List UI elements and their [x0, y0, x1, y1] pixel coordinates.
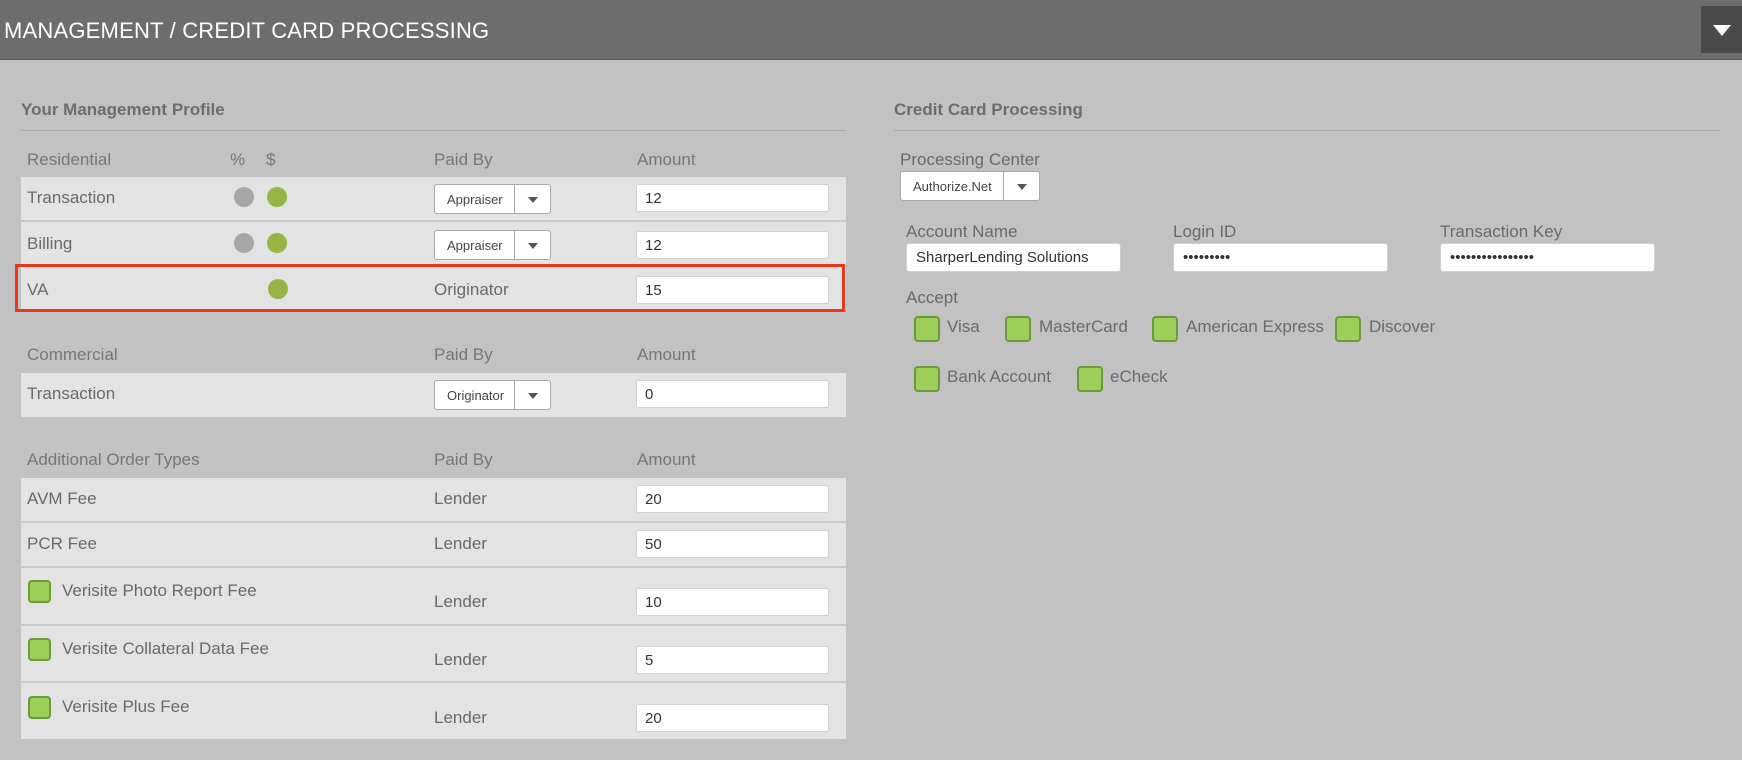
accept-amex-checkbox[interactable] [1152, 316, 1178, 342]
paid-by-select[interactable]: Originator [434, 380, 551, 410]
row-label: AVM Fee [27, 489, 97, 508]
management-section-title: Your Management Profile [21, 100, 225, 119]
login-id-input[interactable]: ••••••••• [1173, 243, 1388, 272]
amount-input[interactable]: 5 [636, 646, 829, 674]
highlight-box [15, 264, 845, 312]
menu-toggle-button[interactable] [1701, 6, 1742, 53]
chevron-down-icon [514, 381, 550, 409]
accept-mastercard-label: MasterCard [1039, 317, 1128, 336]
accept-bank-account-label: Bank Account [947, 367, 1051, 386]
percent-radio[interactable] [234, 187, 254, 207]
row-label: Verisite Plus Fee [62, 697, 190, 716]
amount-input[interactable]: 50 [636, 530, 829, 558]
chevron-down-icon [514, 231, 550, 259]
accept-discover-checkbox[interactable] [1335, 316, 1361, 342]
amount-input[interactable]: 0 [636, 380, 829, 408]
row-label: Billing [27, 234, 73, 253]
row-label: Verisite Collateral Data Fee [62, 639, 269, 658]
row-label: Verisite Photo Report Fee [62, 581, 257, 600]
percent-header: % [230, 150, 246, 169]
commercial-header: Commercial [27, 345, 118, 364]
amount-input[interactable]: 10 [636, 588, 829, 616]
amount-header: Amount [637, 450, 696, 469]
enable-checkbox[interactable] [28, 638, 51, 661]
paid-by-header: Paid By [434, 150, 493, 169]
chevron-down-icon [514, 185, 550, 213]
enable-checkbox[interactable] [28, 696, 51, 719]
residential-header: Residential [27, 150, 112, 169]
management-divider [21, 130, 846, 131]
transaction-key-label: Transaction Key [1440, 222, 1563, 241]
dollar-header: $ [266, 150, 276, 169]
percent-radio[interactable] [234, 233, 254, 253]
dollar-radio[interactable] [267, 187, 287, 207]
paid-by-select[interactable]: Appraiser [434, 230, 551, 260]
accept-amex-label: American Express [1186, 317, 1324, 336]
paid-by-select[interactable]: Appraiser [434, 184, 551, 214]
amount-input[interactable]: 20 [636, 704, 829, 732]
top-bar: MANAGEMENT / CREDIT CARD PROCESSING [0, 0, 1742, 60]
paid-by-header: Paid By [434, 345, 493, 364]
accept-visa-checkbox[interactable] [914, 316, 940, 342]
row-label: PCR Fee [27, 534, 97, 553]
credit-divider [894, 130, 1720, 131]
account-name-label: Account Name [906, 222, 1018, 241]
accept-mastercard-checkbox[interactable] [1005, 316, 1031, 342]
amount-input[interactable]: 20 [636, 485, 829, 513]
page-title: MANAGEMENT / CREDIT CARD PROCESSING [4, 18, 490, 43]
amount-header: Amount [637, 150, 696, 169]
accept-label: Accept [906, 288, 958, 307]
chevron-down-icon [1003, 172, 1039, 200]
dollar-radio[interactable] [267, 233, 287, 253]
paid-by-header: Paid By [434, 450, 493, 469]
enable-checkbox[interactable] [28, 580, 51, 603]
accept-visa-label: Visa [947, 317, 980, 336]
paid-by-value: Lender [434, 489, 487, 508]
paid-by-value: Lender [434, 592, 487, 611]
accept-echeck-label: eCheck [1110, 367, 1168, 386]
amount-header: Amount [637, 345, 696, 364]
amount-input[interactable]: 12 [636, 231, 829, 259]
accept-echeck-checkbox[interactable] [1077, 366, 1103, 392]
additional-header: Additional Order Types [27, 450, 200, 469]
processing-center-label: Processing Center [900, 150, 1040, 169]
row-label: Transaction [27, 188, 116, 207]
accept-bank-account-checkbox[interactable] [914, 366, 940, 392]
account-name-input[interactable]: SharperLending Solutions [906, 243, 1121, 272]
accept-discover-label: Discover [1369, 317, 1436, 336]
transaction-key-input[interactable]: •••••••••••••••• [1440, 243, 1655, 272]
row-label: Transaction [27, 384, 116, 403]
credit-section-title: Credit Card Processing [894, 100, 1083, 119]
paid-by-value: Lender [434, 534, 487, 553]
login-id-label: Login ID [1173, 222, 1237, 241]
paid-by-value: Lender [434, 650, 487, 669]
paid-by-value: Lender [434, 708, 487, 727]
amount-input[interactable]: 12 [636, 184, 829, 212]
processing-center-select[interactable]: Authorize.Net [900, 171, 1040, 201]
